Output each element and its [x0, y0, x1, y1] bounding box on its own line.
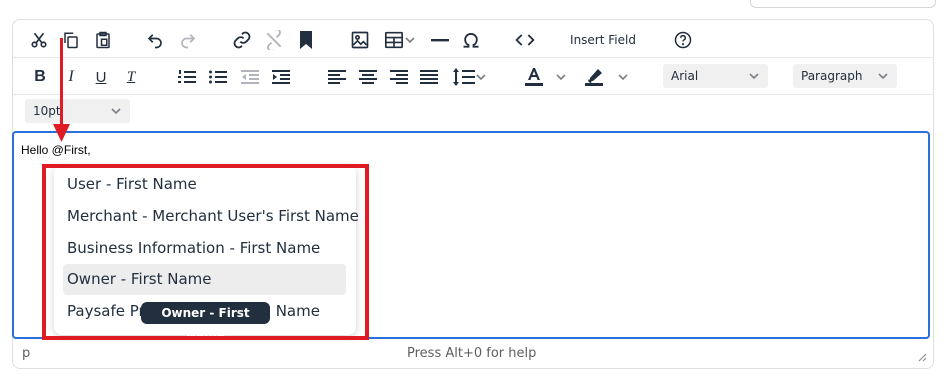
special-character-button[interactable] [457, 21, 485, 59]
unlink-button[interactable] [260, 21, 288, 59]
bookmark-icon [300, 31, 312, 49]
text-color-icon [525, 68, 543, 86]
indent-button[interactable] [268, 58, 294, 96]
bookmark-button[interactable] [292, 21, 320, 59]
align-right-icon [390, 70, 408, 84]
chevron-down-icon [476, 74, 486, 81]
chevron-down-icon [556, 74, 566, 81]
autocomplete-item[interactable]: User - First Name [63, 169, 346, 200]
indent-icon [272, 70, 290, 84]
font-size-select[interactable]: 10pt [25, 99, 130, 123]
image-icon [351, 31, 369, 49]
image-button[interactable] [346, 21, 374, 59]
help-circle-icon [674, 31, 692, 49]
insert-field-button[interactable]: Insert Field [563, 21, 643, 59]
redo-icon [181, 34, 196, 49]
status-bar: p Press Alt+0 for help [13, 344, 931, 366]
copy-button[interactable] [57, 21, 85, 59]
highlighter-icon [585, 69, 603, 86]
chevron-down-icon [111, 108, 121, 115]
numbered-list-button[interactable] [174, 58, 200, 96]
resize-handle-icon[interactable] [917, 352, 927, 362]
undo-icon [147, 34, 162, 49]
help-hint: Press Alt+0 for help [407, 346, 537, 361]
autocomplete-item-label-end: Name [275, 302, 320, 320]
align-justify-icon [420, 70, 438, 84]
line-height-icon [453, 68, 475, 86]
highlight-color-dropdown[interactable] [612, 58, 634, 96]
autocomplete-item-active[interactable]: Owner - First Name [63, 264, 346, 295]
table-icon [385, 31, 403, 49]
font-family-select[interactable]: Arial [663, 64, 768, 88]
text-color-button[interactable] [521, 58, 547, 96]
table-button[interactable] [379, 21, 421, 59]
autocomplete-item[interactable]: Business Information - First Name [63, 233, 346, 264]
link-icon [233, 31, 251, 49]
editor-text[interactable]: Hello @First, [21, 143, 91, 157]
block-format-value: Paragraph [801, 69, 863, 83]
scissors-icon [31, 32, 47, 48]
omega-icon [463, 32, 479, 48]
chevron-down-icon [618, 74, 628, 81]
link-button[interactable] [228, 21, 256, 59]
redo-button[interactable] [174, 21, 202, 59]
highlight-color-button[interactable] [581, 58, 607, 96]
toolbar-row-3: 10pt [13, 94, 934, 129]
unlink-icon [266, 30, 282, 50]
bold-button[interactable]: B [28, 58, 52, 96]
copy-icon [64, 32, 78, 49]
font-family-value: Arial [671, 69, 699, 83]
line-height-button[interactable] [449, 58, 491, 96]
toolbar-row-1: Insert Field [13, 21, 934, 59]
top-button-edge[interactable] [750, 0, 936, 8]
chevron-down-icon [878, 73, 888, 80]
text-color-dropdown[interactable] [550, 58, 572, 96]
element-path[interactable]: p [22, 346, 30, 361]
bullet-list-button[interactable] [205, 58, 231, 96]
autocomplete-item-label-start: Paysafe Pr [67, 302, 145, 320]
paste-button[interactable] [89, 21, 117, 59]
autocomplete-item[interactable]: Merchant - Merchant User's First Name [63, 201, 359, 232]
chevron-down-icon [749, 73, 759, 80]
source-code-button[interactable] [511, 21, 539, 59]
font-size-value: 10pt [33, 104, 61, 118]
align-center-icon [359, 70, 377, 84]
align-center-button[interactable] [355, 58, 381, 96]
clipboard-icon [96, 31, 110, 49]
outdent-icon [241, 70, 259, 84]
align-left-icon [328, 70, 346, 84]
help-button[interactable] [669, 21, 697, 59]
cut-button[interactable] [25, 21, 53, 59]
block-format-select[interactable]: Paragraph [793, 64, 897, 88]
underline-button[interactable]: U [89, 58, 113, 96]
chevron-down-icon [405, 37, 415, 44]
numbered-list-icon [178, 70, 196, 83]
toolbar-row-2: B I U T Arial Paragraph [13, 57, 934, 96]
horizontal-rule-button[interactable] [427, 21, 453, 59]
undo-button[interactable] [141, 21, 169, 59]
align-left-button[interactable] [324, 58, 350, 96]
horizontal-rule-icon [431, 39, 449, 42]
item-tooltip: Owner - First Name [141, 302, 270, 342]
align-right-button[interactable] [386, 58, 412, 96]
justify-button[interactable] [416, 58, 442, 96]
italic-button[interactable]: I [59, 58, 83, 96]
clear-formatting-button[interactable]: T [119, 58, 143, 96]
outdent-button[interactable] [237, 58, 263, 96]
code-icon [515, 34, 535, 46]
bullet-list-icon [209, 70, 227, 84]
